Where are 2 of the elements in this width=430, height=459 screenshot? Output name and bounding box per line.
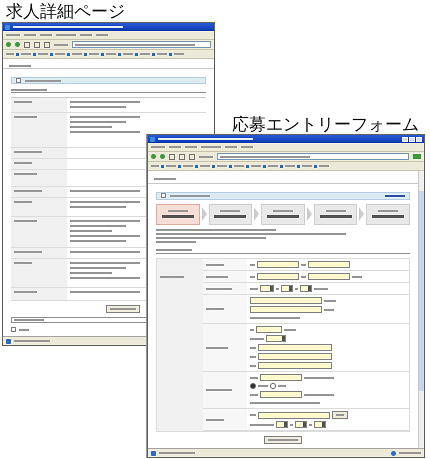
page-heading: 応募エントリーフォーム [232, 114, 419, 136]
page-heading: 求人詳細ページ [6, 1, 125, 23]
